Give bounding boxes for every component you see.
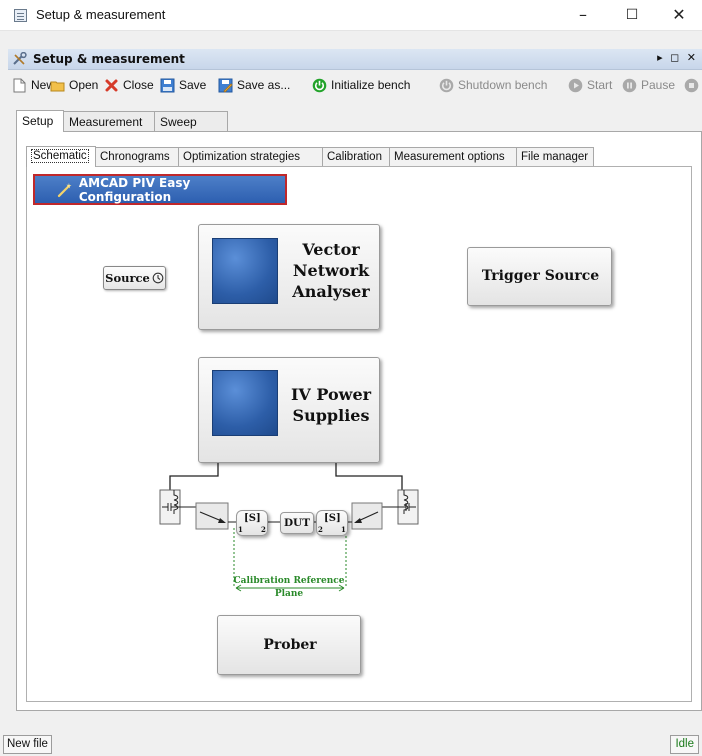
vna-label-line1: Vector: [302, 240, 360, 259]
shutdown-bench-label: Shutdown bench: [458, 78, 548, 92]
iv-screen: [212, 370, 278, 436]
start-label: Start: [587, 78, 613, 92]
cal-ref-line1: Calibration Reference: [233, 576, 345, 586]
app-icon: [14, 9, 27, 22]
s-param-left-label: [S]: [244, 513, 261, 524]
s-right-sub1: 2: [318, 525, 323, 534]
minimize-button[interactable]: –: [560, 0, 606, 30]
save-label: Save: [179, 78, 207, 92]
toolbar: New Open Close Save Save as... Initializ…: [8, 73, 702, 97]
open-button[interactable]: Open: [50, 75, 98, 95]
vna-label-line2: Network: [292, 261, 370, 280]
power-on-icon: [312, 78, 327, 92]
tab-measurement[interactable]: Measurement: [63, 111, 155, 131]
status-file: New file: [3, 735, 52, 754]
vna-label: Vector Network Analyser: [285, 239, 377, 302]
source-label: Source: [105, 271, 150, 285]
s-left-sub2: 2: [261, 525, 266, 534]
power-off-icon: [439, 78, 454, 92]
save-as-button[interactable]: Save as...: [218, 75, 290, 95]
stop-button[interactable]: [684, 75, 702, 95]
source-button[interactable]: Source: [103, 266, 166, 290]
prober-instrument[interactable]: Prober: [217, 615, 361, 675]
clock-icon: [152, 272, 164, 284]
save-as-icon: [218, 78, 233, 93]
prober-label: Prober: [263, 637, 317, 653]
amcad-easy-config-button[interactable]: AMCAD PIV Easy Configuration: [33, 174, 287, 205]
open-label: Open: [69, 78, 99, 92]
iv-power-supplies-instrument[interactable]: IV Power Supplies: [198, 357, 380, 463]
status-state: Idle: [670, 735, 699, 754]
pause-icon: [622, 78, 637, 92]
tab-setup[interactable]: Setup: [16, 110, 64, 132]
window-title: Setup & measurement: [36, 7, 166, 22]
iv-label: IV Power Supplies: [285, 384, 377, 426]
close-label: Close: [123, 78, 154, 92]
pause-label: Pause: [641, 78, 676, 92]
save-button[interactable]: Save: [160, 75, 206, 95]
calibration-reference-label: Calibration Reference Plane: [226, 576, 352, 599]
initialize-bench-label: Initialize bench: [331, 78, 411, 92]
pause-button[interactable]: Pause: [622, 75, 675, 95]
dut-block[interactable]: DUT: [280, 512, 314, 534]
maximize-button[interactable]: ☐: [609, 0, 655, 30]
start-button[interactable]: Start: [568, 75, 612, 95]
magic-wand-icon: [57, 182, 72, 197]
s-param-right-block: [S] 2 1: [316, 510, 348, 536]
close-window-button[interactable]: ✕: [656, 0, 702, 30]
shutdown-bench-button[interactable]: Shutdown bench: [439, 75, 547, 95]
save-as-label: Save as...: [237, 78, 291, 92]
s-right-sub2: 1: [341, 525, 346, 534]
tab-sweep-plan[interactable]: Sweep Plan: [154, 111, 228, 149]
tab-schematic-label: Schematic: [31, 149, 89, 163]
window-title-bar: Setup & measurement – ☐ ✕: [0, 0, 702, 31]
tab-measurement-options[interactable]: Measurement options: [389, 147, 517, 166]
amcad-easy-config-label: AMCAD PIV Easy Configuration: [78, 175, 191, 204]
vna-instrument[interactable]: Vector Network Analyser: [198, 224, 380, 330]
initialize-bench-button[interactable]: Initialize bench: [312, 75, 410, 95]
vna-label-line3: Analyser: [292, 282, 370, 301]
tab-file-manager[interactable]: File manager: [516, 147, 594, 166]
folder-icon: [50, 81, 65, 91]
dock-title: Setup & measurement: [33, 52, 185, 66]
close-x-icon: [105, 79, 118, 91]
tab-schematic[interactable]: Schematic: [26, 146, 96, 167]
tab-optimization-strategies[interactable]: Optimization strategies: [178, 147, 323, 166]
close-button[interactable]: Close: [104, 75, 154, 95]
cal-ref-line2: Plane: [274, 589, 304, 599]
s-left-sub1: 1: [238, 525, 243, 534]
trigger-source-instrument[interactable]: Trigger Source: [467, 247, 612, 306]
play-icon: [568, 78, 583, 92]
tab-chronograms[interactable]: Chronograms: [95, 147, 179, 166]
tools-icon: [13, 52, 27, 65]
s-param-left-block: [S] 1 2: [236, 510, 268, 536]
new-file-icon: [13, 78, 26, 92]
stop-icon: [684, 78, 699, 92]
new-button[interactable]: New: [12, 75, 55, 95]
tab-calibration[interactable]: Calibration: [322, 147, 390, 166]
vna-screen: [212, 238, 278, 304]
iv-label-line1: IV Power: [290, 385, 372, 404]
iv-label-line2: Supplies: [292, 406, 370, 425]
floppy-save-icon: [160, 78, 175, 92]
dut-label: DUT: [283, 517, 311, 529]
status-bar: New file Idle: [0, 731, 702, 756]
s-param-right-label: [S]: [324, 513, 341, 524]
dock-controls[interactable]: ▸ ◻ ✕: [657, 51, 698, 64]
trigger-source-label: Trigger Source: [481, 268, 600, 284]
dock-header: Setup & measurement ▸ ◻ ✕: [8, 49, 702, 70]
